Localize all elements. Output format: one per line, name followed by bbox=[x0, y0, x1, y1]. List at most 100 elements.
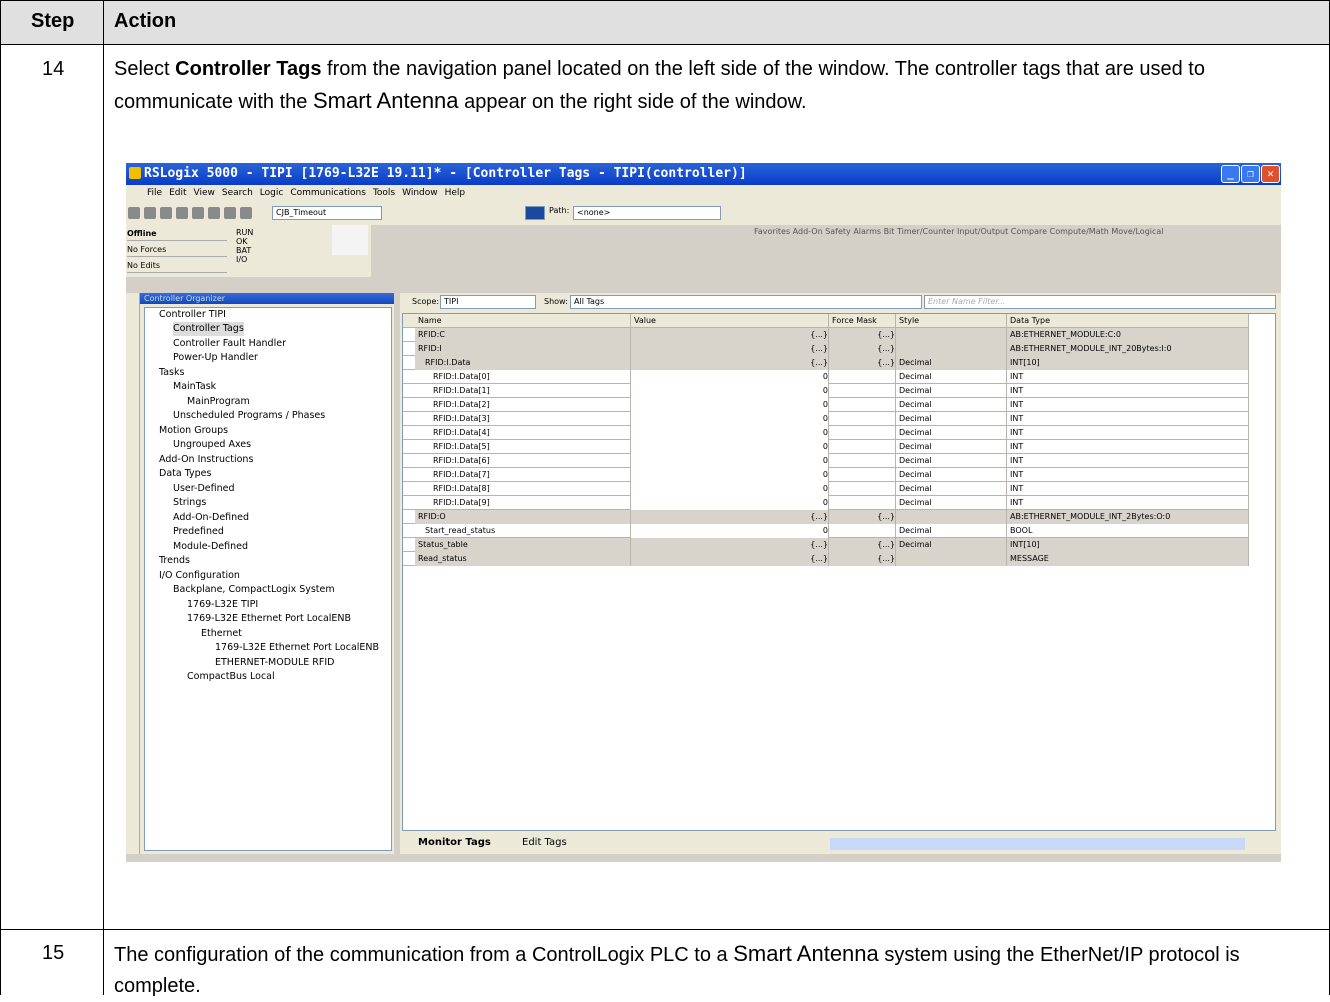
restore-button[interactable]: ❐ bbox=[1241, 165, 1260, 183]
table-cell[interactable]: INT bbox=[1007, 384, 1249, 398]
instruction-tabs[interactable]: Favorites Add-On Safety Alarms Bit Timer… bbox=[754, 225, 1281, 239]
open-icon[interactable] bbox=[144, 207, 156, 219]
show-combo[interactable]: All Tags bbox=[570, 295, 922, 309]
menu-help[interactable]: Help bbox=[445, 188, 466, 198]
table-cell[interactable]: RFID:I.Data[8] bbox=[415, 482, 631, 496]
table-cell[interactable]: MESSAGE bbox=[1007, 552, 1249, 566]
table-cell[interactable]: {...} bbox=[631, 510, 829, 524]
table-cell[interactable] bbox=[829, 440, 896, 454]
table-cell[interactable]: INT bbox=[1007, 398, 1249, 412]
table-cell[interactable]: RFID:C bbox=[415, 328, 631, 342]
table-cell[interactable]: 0 bbox=[631, 370, 829, 384]
table-row[interactable]: RFID:O {...} {...} AB:ETHERNET_MODULE_INT_2… bbox=[403, 510, 1249, 524]
table-cell[interactable]: 0 bbox=[631, 398, 829, 412]
table-cell[interactable] bbox=[896, 328, 1007, 342]
column-header-style[interactable]: Style bbox=[896, 314, 1007, 328]
table-row[interactable]: RFID:I.Data[3] 0 Decimal INT bbox=[403, 412, 1249, 426]
table-cell[interactable]: RFID:I.Data bbox=[415, 356, 631, 370]
table-cell[interactable]: AB:ETHERNET_MODULE_INT_20Bytes:I:0 bbox=[1007, 342, 1249, 356]
table-cell[interactable]: RFID:I.Data[4] bbox=[415, 426, 631, 440]
table-row[interactable]: RFID:I.Data[5] 0 Decimal INT bbox=[403, 440, 1249, 454]
table-cell[interactable] bbox=[896, 510, 1007, 524]
table-row[interactable]: RFID:I {...} {...} AB:ETHERNET_MODULE_INT_2… bbox=[403, 342, 1249, 356]
menu-tools[interactable]: Tools bbox=[373, 188, 395, 198]
table-cell[interactable]: 0 bbox=[631, 440, 829, 454]
menu-file[interactable]: File bbox=[147, 188, 162, 198]
tree-item[interactable]: User-Defined bbox=[173, 482, 235, 496]
table-cell[interactable]: {...} bbox=[829, 328, 896, 342]
table-cell[interactable] bbox=[829, 496, 896, 510]
table-cell[interactable]: 0 bbox=[631, 482, 829, 496]
menu-search[interactable]: Search bbox=[222, 188, 253, 198]
table-row[interactable]: RFID:I.Data[2] 0 Decimal INT bbox=[403, 398, 1249, 412]
undo-icon[interactable] bbox=[240, 207, 252, 219]
table-row[interactable]: Read_status {...} {...} MESSAGE bbox=[403, 552, 1249, 566]
table-cell[interactable]: Decimal bbox=[896, 538, 1007, 552]
table-cell[interactable]: {...} bbox=[829, 538, 896, 552]
menu-view[interactable]: View bbox=[194, 188, 215, 198]
table-cell[interactable] bbox=[829, 370, 896, 384]
table-row[interactable]: RFID:I.Data[4] 0 Decimal INT bbox=[403, 426, 1249, 440]
table-cell[interactable] bbox=[829, 468, 896, 482]
tree-item[interactable]: Backplane, CompactLogix System bbox=[173, 583, 335, 597]
table-cell[interactable]: Decimal bbox=[896, 356, 1007, 370]
table-cell[interactable]: INT bbox=[1007, 496, 1249, 510]
tree-item[interactable]: ETHERNET-MODULE RFID bbox=[215, 656, 334, 670]
table-cell[interactable] bbox=[896, 342, 1007, 356]
menu-logic[interactable]: Logic bbox=[260, 188, 284, 198]
table-row[interactable]: Start_read_status 0 Decimal BOOL bbox=[403, 524, 1249, 538]
name-filter-input[interactable]: Enter Name Filter... bbox=[924, 295, 1276, 309]
table-cell[interactable] bbox=[829, 384, 896, 398]
tree-item[interactable]: 1769-L32E Ethernet Port LocalENB bbox=[187, 612, 351, 626]
tree-item[interactable]: Unscheduled Programs / Phases bbox=[173, 409, 325, 423]
tree-item[interactable]: Trends bbox=[159, 554, 190, 568]
cut-icon[interactable] bbox=[192, 207, 204, 219]
table-cell[interactable]: INT[10] bbox=[1007, 538, 1249, 552]
table-cell[interactable]: INT bbox=[1007, 426, 1249, 440]
table-row[interactable]: RFID:I.Data[1] 0 Decimal INT bbox=[403, 384, 1249, 398]
table-row[interactable]: RFID:I.Data[8] 0 Decimal INT bbox=[403, 482, 1249, 496]
close-button[interactable]: ✕ bbox=[1261, 165, 1280, 183]
print-icon[interactable] bbox=[176, 207, 188, 219]
tree-item[interactable]: Motion Groups bbox=[159, 424, 228, 438]
table-cell[interactable]: {...} bbox=[631, 538, 829, 552]
table-cell[interactable] bbox=[829, 426, 896, 440]
table-cell[interactable]: 0 bbox=[631, 384, 829, 398]
tree-item[interactable]: Controller TIPI bbox=[159, 308, 226, 322]
tree-item[interactable]: 1769-L32E Ethernet Port LocalENB bbox=[215, 641, 379, 655]
table-cell[interactable] bbox=[829, 482, 896, 496]
table-cell[interactable]: RFID:I.Data[3] bbox=[415, 412, 631, 426]
table-cell[interactable]: Decimal bbox=[896, 370, 1007, 384]
menu-communications[interactable]: Communications bbox=[290, 188, 366, 198]
tree-item[interactable]: Power-Up Handler bbox=[173, 351, 258, 365]
routine-combo[interactable]: CJB_Timeout bbox=[272, 206, 382, 220]
table-cell[interactable]: {...} bbox=[631, 342, 829, 356]
table-cell[interactable]: {...} bbox=[829, 342, 896, 356]
menu-edit[interactable]: Edit bbox=[169, 188, 186, 198]
table-cell[interactable]: Read_status bbox=[415, 552, 631, 566]
table-cell[interactable]: INT bbox=[1007, 412, 1249, 426]
table-cell[interactable]: Decimal bbox=[896, 384, 1007, 398]
tree-item[interactable]: Add-On Instructions bbox=[159, 453, 253, 467]
table-cell[interactable]: BOOL bbox=[1007, 524, 1249, 538]
scope-combo[interactable]: TIPI bbox=[440, 295, 536, 309]
table-cell[interactable]: AB:ETHERNET_MODULE:C:0 bbox=[1007, 328, 1249, 342]
table-row[interactable]: Status_table {...} {...} Decimal INT[10] bbox=[403, 538, 1249, 552]
table-row[interactable]: RFID:I.Data[0] 0 Decimal INT bbox=[403, 370, 1249, 384]
table-cell[interactable]: RFID:I.Data[2] bbox=[415, 398, 631, 412]
verify-icon[interactable] bbox=[525, 206, 545, 220]
table-cell[interactable]: Decimal bbox=[896, 412, 1007, 426]
menu-window[interactable]: Window bbox=[402, 188, 438, 198]
table-cell[interactable]: 0 bbox=[631, 496, 829, 510]
tree-item[interactable]: Module-Defined bbox=[173, 540, 248, 554]
table-cell[interactable] bbox=[896, 552, 1007, 566]
tree-item[interactable]: I/O Configuration bbox=[159, 569, 240, 583]
tree-item[interactable]: Add-On-Defined bbox=[173, 511, 249, 525]
horizontal-scrollbar[interactable] bbox=[830, 838, 1245, 850]
table-row[interactable]: RFID:I.Data[9] 0 Decimal INT bbox=[403, 496, 1249, 510]
table-cell[interactable]: INT bbox=[1007, 482, 1249, 496]
column-header-force-mask[interactable]: Force Mask bbox=[829, 314, 896, 328]
table-cell[interactable]: Decimal bbox=[896, 440, 1007, 454]
table-cell[interactable]: {...} bbox=[631, 356, 829, 370]
table-cell[interactable]: 0 bbox=[631, 524, 829, 538]
